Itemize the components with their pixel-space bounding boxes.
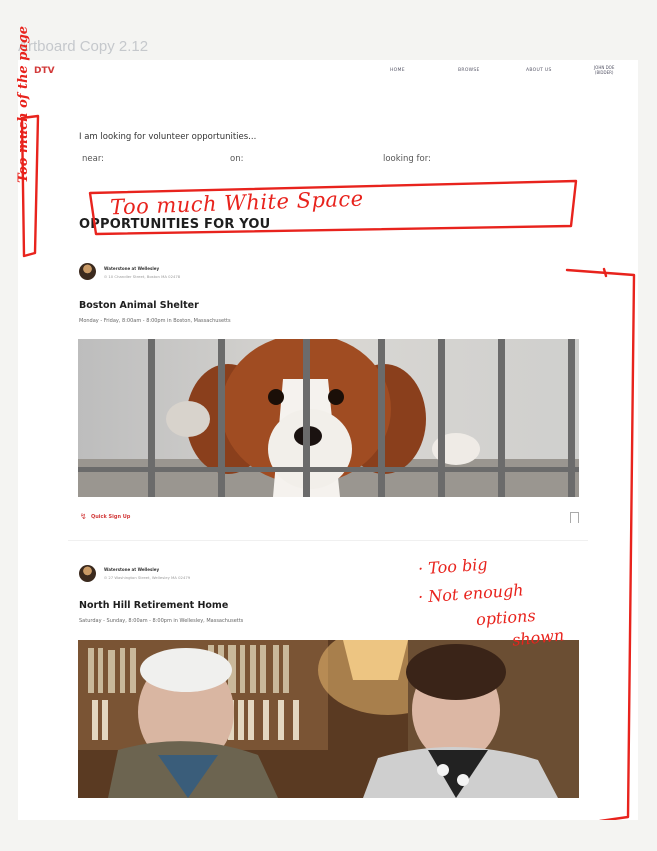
artboard-title: Artboard Copy 2.12: [18, 38, 149, 55]
annotation-layer: [20, 114, 636, 820]
page-sheet: DTV HOME BROWSE ABOUT US JOHN DOE (BIDDE…: [16, 26, 638, 820]
margin-annotation: Too much of the page: [16, 25, 31, 183]
